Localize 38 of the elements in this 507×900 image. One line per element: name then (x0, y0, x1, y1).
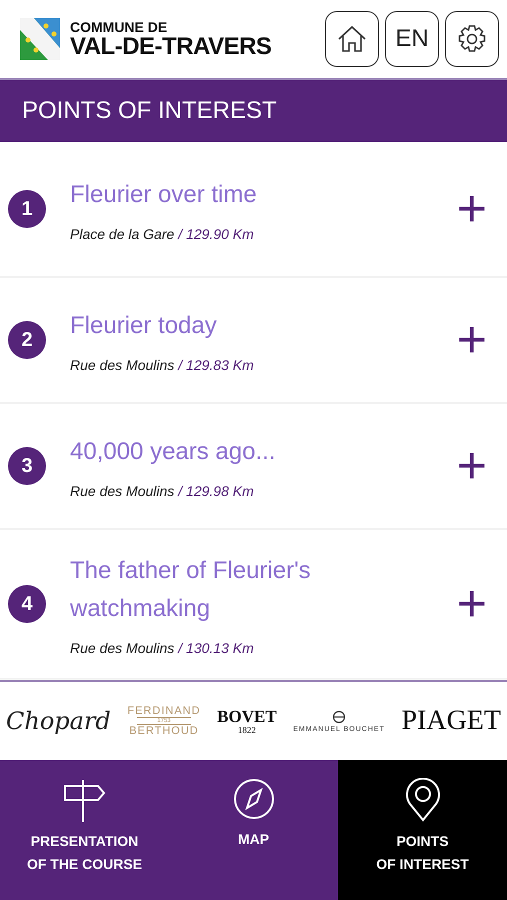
number-badge: 4 (8, 585, 46, 623)
signpost-icon (62, 778, 106, 822)
number-badge: 3 (8, 447, 46, 485)
number-badge: 2 (8, 321, 46, 359)
brand-subtitle: COMMUNE DE (70, 20, 168, 34)
settings-icon (457, 24, 487, 54)
place-label: Place de la Gare (70, 226, 174, 242)
expand-button[interactable]: + (456, 320, 487, 360)
location-pin-icon (404, 778, 440, 822)
point-title[interactable]: Fleurier today (70, 307, 457, 345)
point-title[interactable]: Fleurier over time (70, 176, 457, 214)
nav-tab[interactable]: PRESENTATION OF THE COURSE (0, 760, 169, 900)
nav-tab[interactable]: POINTS OF INTEREST (338, 760, 507, 900)
home-icon (337, 25, 367, 53)
home-button[interactable] (325, 11, 379, 67)
expand-button[interactable]: + (456, 189, 487, 229)
number-badge: 1 (8, 190, 46, 228)
distance-label: / 129.98 Km (178, 483, 254, 499)
coat-of-arms-icon (20, 18, 60, 60)
point-title[interactable]: The father of Fleurier's watchmaking (70, 552, 457, 628)
expand-button[interactable]: + (456, 446, 487, 486)
place-label: Rue des Moulins (70, 483, 174, 499)
sponsor-logo: PIAGET (401, 705, 501, 737)
place-label: Rue des Moulins (70, 357, 174, 373)
distance-label: / 129.90 Km (178, 226, 254, 242)
sponsor-logo: Chopard (6, 707, 111, 735)
expand-button[interactable]: + (456, 584, 487, 624)
place-label: Rue des Moulins (70, 640, 174, 656)
nav-tab[interactable]: MAP (169, 760, 338, 900)
distance-label: / 129.83 Km (178, 357, 254, 373)
compass-icon (232, 778, 274, 820)
settings-button[interactable] (445, 11, 499, 67)
point-title[interactable]: 40,000 years ago... (70, 433, 457, 471)
sponsor-logo: BOVET 1822 (217, 708, 277, 734)
distance-label: / 130.13 Km (178, 640, 254, 656)
brand-title: VAL-DE-TRAVERS (70, 34, 272, 58)
page-title: POINTS OF INTEREST (22, 97, 277, 125)
language-button[interactable]: EN (385, 11, 439, 67)
